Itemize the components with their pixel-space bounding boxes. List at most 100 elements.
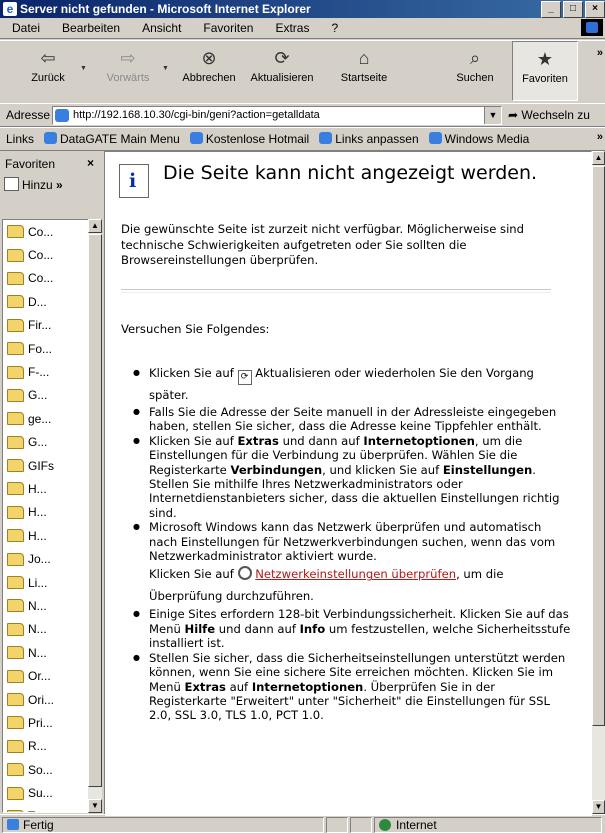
links-chevron-icon[interactable]: »: [597, 131, 603, 143]
link-datagate[interactable]: DataGATE Main Menu: [44, 132, 180, 146]
link-hotmail[interactable]: Kostenlose Hotmail: [189, 132, 310, 146]
address-url: http://192.168.10.30/cgi-bin/geni?action…: [73, 109, 320, 121]
favorites-label: Favoriten: [522, 73, 568, 85]
favorite-folder[interactable]: GIFs: [3, 454, 89, 477]
menu-datei[interactable]: Datei: [8, 21, 44, 35]
scroll-thumb[interactable]: [592, 166, 605, 726]
suggestion-list: Klicken Sie auf ⟳ Aktualisieren oder wie…: [131, 363, 571, 723]
add-favorite-label: Hinzu: [22, 178, 53, 192]
favorite-folder[interactable]: Co...: [3, 267, 89, 290]
go-button[interactable]: ➦ Wechseln zu: [508, 108, 590, 122]
favorites-scrollbar[interactable]: ▲ ▼: [88, 219, 102, 813]
stop-label: Abbrechen: [182, 72, 236, 84]
refresh-button[interactable]: ⟳ Aktualisieren: [244, 41, 320, 99]
add-favorite-button[interactable]: Hinzu »: [4, 177, 98, 197]
page-status-icon: [7, 819, 19, 830]
search-button[interactable]: ⌕ Suchen: [446, 41, 504, 99]
forward-button[interactable]: ⇨ Vorwärts: [96, 41, 160, 99]
refresh-icon: ⟳: [237, 370, 252, 385]
favorite-folder[interactable]: Jo...: [3, 547, 89, 570]
link-hotmail-label: Kostenlose Hotmail: [205, 132, 310, 146]
favorite-folder[interactable]: So...: [3, 758, 89, 781]
favorite-folder[interactable]: Co...: [3, 243, 89, 266]
favorite-folder[interactable]: R...: [3, 735, 89, 758]
menu-ansicht[interactable]: Ansicht: [138, 21, 185, 35]
favorite-folder[interactable]: Fir...: [3, 314, 89, 337]
home-button[interactable]: ⌂ Startseite: [334, 41, 394, 99]
close-pane-icon[interactable]: ×: [87, 156, 94, 170]
stop-button[interactable]: ⊗ Abbrechen: [176, 41, 242, 99]
address-dropdown-icon[interactable]: ▼: [484, 107, 501, 124]
ie-page-icon: [44, 132, 58, 144]
scroll-down-icon[interactable]: ▼: [88, 799, 102, 813]
scroll-up-icon[interactable]: ▲: [592, 151, 605, 165]
go-arrow-icon: ➦: [508, 108, 519, 122]
scroll-up-icon[interactable]: ▲: [88, 219, 102, 233]
text-bold: Info: [299, 621, 326, 636]
favorite-folder[interactable]: Ori...: [3, 688, 89, 711]
favorite-folder[interactable]: Or...: [3, 664, 89, 687]
folder-icon: [7, 529, 24, 543]
scroll-down-icon[interactable]: ▼: [592, 800, 605, 814]
favorite-folder[interactable]: N...: [3, 618, 89, 641]
favorite-folder[interactable]: G...: [3, 431, 89, 454]
minimize-button[interactable]: _: [541, 1, 561, 18]
favorite-folder[interactable]: Pri...: [3, 711, 89, 734]
text-bold: Internetoptionen: [251, 679, 364, 694]
list-item: Stellen Sie sicher, dass die Sicherheits…: [131, 651, 571, 723]
favorite-folder[interactable]: D...: [3, 290, 89, 313]
favorite-folder-label: Co...: [28, 271, 54, 286]
favorite-folder[interactable]: F-...: [3, 360, 89, 383]
favorite-folder-label: Co...: [28, 224, 54, 239]
favorite-folder-label: GIFs: [28, 458, 54, 473]
favorite-folder[interactable]: H...: [3, 524, 89, 547]
link-windows-media-label: Windows Media: [444, 132, 530, 146]
zone-text: Internet: [396, 818, 437, 832]
address-input[interactable]: http://192.168.10.30/cgi-bin/geni?action…: [52, 106, 502, 125]
favorite-folder[interactable]: H...: [3, 501, 89, 524]
menu-extras[interactable]: Extras: [271, 21, 313, 35]
list-item: Falls Sie die Adresse der Seite manuell …: [131, 405, 571, 434]
toolbar-chevron-icon[interactable]: »: [597, 47, 603, 59]
text-bold: Extras: [237, 433, 279, 448]
text: auf: [229, 679, 249, 694]
forward-dropdown-icon[interactable]: ▼: [162, 65, 169, 72]
favorite-folder[interactable]: Te...: [3, 805, 89, 812]
back-dropdown-icon[interactable]: ▼: [80, 65, 87, 72]
favorite-folder[interactable]: Li...: [3, 571, 89, 594]
title-bar: e Server nicht gefunden - Microsoft Inte…: [0, 0, 605, 18]
link-customize[interactable]: Links anpassen: [319, 132, 419, 146]
network-settings-link[interactable]: Netzwerkeinstellungen überprüfen: [255, 567, 456, 581]
favorite-folder[interactable]: Co...: [3, 220, 89, 243]
link-windows-media[interactable]: Windows Media: [428, 132, 530, 146]
folder-icon: [7, 599, 24, 613]
favorite-folder[interactable]: Su...: [3, 781, 89, 804]
close-button[interactable]: ×: [585, 1, 605, 18]
folder-icon: [7, 763, 24, 777]
menu-favoriten[interactable]: Favoriten: [199, 21, 257, 35]
text: , und klicken Sie auf: [322, 462, 440, 477]
favorite-folder[interactable]: G...: [3, 384, 89, 407]
favorite-folder-label: Ori...: [28, 692, 54, 707]
favorites-button[interactable]: ★ Favoriten: [512, 41, 578, 101]
page-icon: [55, 109, 69, 122]
menu-help[interactable]: ?: [327, 21, 342, 35]
favorite-folder-label: G...: [28, 388, 48, 403]
scroll-thumb[interactable]: [88, 234, 102, 787]
ie-logo-icon: e: [3, 2, 17, 16]
favorite-folder[interactable]: Fo...: [3, 337, 89, 360]
favorite-folder[interactable]: H...: [3, 477, 89, 500]
list-item: Klicken Sie auf ⟳ Aktualisieren oder wie…: [131, 363, 571, 405]
favorites-pane-header: Favoriten ×: [2, 153, 98, 173]
favorite-folder[interactable]: ge...: [3, 407, 89, 430]
menu-bearbeiten[interactable]: Bearbeiten: [58, 21, 124, 35]
back-button[interactable]: ⇦ Zurück: [18, 41, 78, 99]
favorite-folder[interactable]: N...: [3, 641, 89, 664]
maximize-button[interactable]: □: [563, 1, 583, 18]
favorite-folder[interactable]: N...: [3, 594, 89, 617]
favorite-folder-label: Fo...: [28, 341, 53, 356]
content-scrollbar[interactable]: ▲ ▼: [592, 151, 605, 814]
folder-icon: [7, 786, 24, 800]
home-label: Startseite: [340, 72, 388, 84]
try-label: Versuchen Sie Folgendes:: [121, 322, 270, 336]
